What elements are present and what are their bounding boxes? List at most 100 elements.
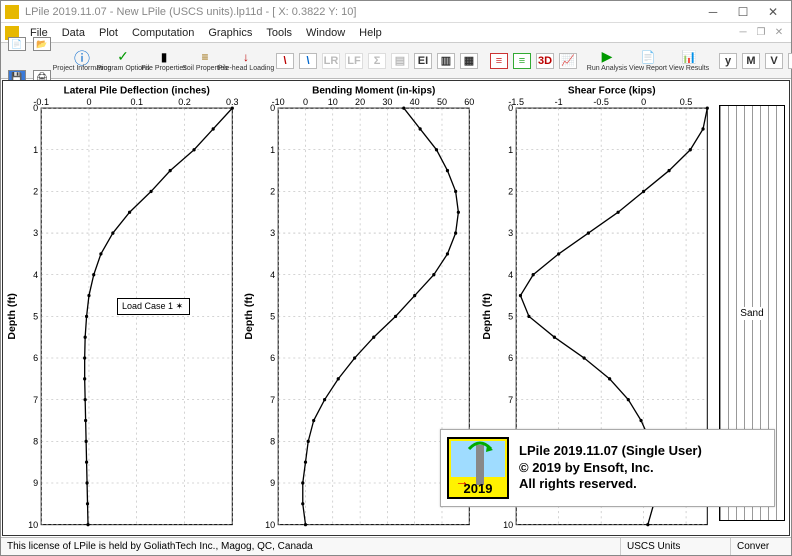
svg-text:3: 3 bbox=[508, 228, 513, 238]
svg-text:20: 20 bbox=[355, 97, 365, 107]
toolbar: 📄 💾 📂 🖨 ⓘ Project Information ✓ Program … bbox=[1, 43, 791, 79]
menu-help[interactable]: Help bbox=[353, 25, 388, 41]
svg-text:40: 40 bbox=[410, 97, 420, 107]
svg-text:10: 10 bbox=[265, 520, 275, 530]
svg-text:3: 3 bbox=[33, 228, 38, 238]
svg-text:8: 8 bbox=[270, 436, 275, 446]
tool-btn-bars[interactable]: ▥ bbox=[435, 45, 457, 77]
svg-text:7: 7 bbox=[270, 395, 275, 405]
svg-text:0.3: 0.3 bbox=[226, 97, 238, 107]
new-button[interactable]: 📄 bbox=[5, 28, 29, 60]
svg-text:10: 10 bbox=[28, 520, 38, 530]
about-logo: → 2019 bbox=[447, 437, 509, 499]
about-panel: → 2019 LPile 2019.11.07 (Single User) © … bbox=[440, 429, 775, 507]
info-icon: ⓘ bbox=[73, 50, 91, 64]
glyph-pr[interactable]: p' bbox=[786, 45, 792, 77]
svg-text:2: 2 bbox=[33, 186, 38, 196]
glyph-y[interactable]: y bbox=[717, 45, 739, 77]
svg-text:3: 3 bbox=[270, 228, 275, 238]
menu-window[interactable]: Window bbox=[300, 25, 351, 41]
tool-btn-i1[interactable]: ≡ bbox=[488, 45, 510, 77]
mdi-close-button[interactable]: ✕ bbox=[771, 27, 787, 38]
svg-text:4: 4 bbox=[33, 270, 38, 280]
menu-data[interactable]: Data bbox=[56, 25, 91, 41]
tool-btn-grid[interactable]: ▦ bbox=[458, 45, 480, 77]
svg-text:4: 4 bbox=[270, 270, 275, 280]
chart-deflection: Lateral Pile Deflection (inches)Depth (f… bbox=[7, 83, 238, 533]
svg-text:Shear Force (kips): Shear Force (kips) bbox=[568, 85, 656, 96]
svg-text:7: 7 bbox=[33, 395, 38, 405]
tool-btn-ei[interactable]: EI bbox=[412, 45, 434, 77]
svg-text:Bending Moment (in-kips): Bending Moment (in-kips) bbox=[312, 85, 435, 96]
svg-text:60: 60 bbox=[465, 97, 475, 107]
plot-window: Lateral Pile Deflection (inches)Depth (f… bbox=[2, 80, 790, 536]
svg-text:Depth (ft): Depth (ft) bbox=[7, 293, 18, 339]
about-year: 2019 bbox=[449, 481, 507, 496]
menu-computation[interactable]: Computation bbox=[126, 25, 200, 41]
app-icon bbox=[5, 5, 19, 19]
view-report-button[interactable]: 📄 View Report bbox=[628, 45, 668, 77]
menu-graphics[interactable]: Graphics bbox=[202, 25, 258, 41]
svg-text:9: 9 bbox=[33, 478, 38, 488]
tool-btn-lr[interactable]: LR bbox=[320, 45, 342, 77]
program-options-button[interactable]: ✓ Program Options bbox=[103, 45, 143, 77]
svg-text:2: 2 bbox=[508, 186, 513, 196]
pile-properties-button[interactable]: ▮ Pile Properties bbox=[144, 45, 184, 77]
menu-tools[interactable]: Tools bbox=[260, 25, 298, 41]
svg-text:0: 0 bbox=[270, 103, 275, 113]
run-analysis-button[interactable]: ▶ Run Analysis bbox=[587, 45, 627, 77]
svg-text:0: 0 bbox=[508, 103, 513, 113]
svg-text:9: 9 bbox=[270, 478, 275, 488]
tool-btn-1[interactable]: \ bbox=[274, 45, 296, 77]
svg-text:1: 1 bbox=[33, 145, 38, 155]
menubar: File Data Plot Computation Graphics Tool… bbox=[1, 23, 791, 43]
tool-btn-6[interactable]: ▤ bbox=[389, 45, 411, 77]
mdi-restore-button[interactable]: ❐ bbox=[753, 27, 769, 38]
svg-text:6: 6 bbox=[270, 353, 275, 363]
svg-text:5: 5 bbox=[270, 311, 275, 321]
tool-btn-2[interactable]: \ bbox=[297, 45, 319, 77]
run-icon: ▶ bbox=[598, 50, 616, 64]
close-button[interactable]: ✕ bbox=[759, 3, 787, 21]
tool-btn-3d[interactable]: 3D bbox=[534, 45, 556, 77]
status-units: USCS Units bbox=[621, 538, 731, 555]
svg-text:4: 4 bbox=[508, 270, 513, 280]
menu-plot[interactable]: Plot bbox=[93, 25, 124, 41]
view-results-button[interactable]: 📊 View Results bbox=[669, 45, 709, 77]
tool-btn-chart[interactable]: 📈 bbox=[557, 45, 579, 77]
svg-text:0.2: 0.2 bbox=[178, 97, 191, 107]
window-title: LPile 2019.11.07 - New LPile (USCS units… bbox=[25, 6, 699, 18]
svg-text:5: 5 bbox=[508, 311, 513, 321]
titlebar: LPile 2019.11.07 - New LPile (USCS units… bbox=[1, 1, 791, 23]
mdi-window-controls: ─ ❐ ✕ bbox=[735, 27, 787, 38]
report-icon: 📄 bbox=[639, 50, 657, 64]
tool-btn-lf[interactable]: LF bbox=[343, 45, 365, 77]
svg-text:0: 0 bbox=[641, 97, 646, 107]
statusbar: This license of LPile is held by Goliath… bbox=[1, 537, 791, 555]
about-title: LPile 2019.11.07 (Single User) bbox=[519, 443, 702, 460]
glyph-m[interactable]: M bbox=[740, 45, 762, 77]
results-icon: 📊 bbox=[680, 50, 698, 64]
svg-text:7: 7 bbox=[508, 395, 513, 405]
mdi-minimize-button[interactable]: ─ bbox=[735, 27, 751, 38]
minimize-button[interactable]: ─ bbox=[699, 3, 727, 21]
glyph-v[interactable]: V bbox=[763, 45, 785, 77]
svg-text:Depth (ft): Depth (ft) bbox=[245, 293, 256, 339]
about-text: LPile 2019.11.07 (Single User) © 2019 by… bbox=[519, 443, 702, 494]
svg-text:30: 30 bbox=[383, 97, 393, 107]
svg-text:0: 0 bbox=[303, 97, 308, 107]
svg-text:2: 2 bbox=[270, 186, 275, 196]
about-rights: All rights reserved. bbox=[519, 476, 702, 493]
project-information-button[interactable]: ⓘ Project Information bbox=[62, 45, 102, 77]
tool-btn-i2[interactable]: ≡ bbox=[511, 45, 533, 77]
pile-head-loading-button[interactable]: ↓ Pile-head Loading bbox=[226, 45, 266, 77]
svg-text:6: 6 bbox=[508, 353, 513, 363]
svg-text:-1: -1 bbox=[554, 97, 562, 107]
svg-text:10: 10 bbox=[328, 97, 338, 107]
open-button[interactable]: 📂 bbox=[30, 28, 54, 60]
maximize-button[interactable]: ☐ bbox=[729, 3, 757, 21]
pile-icon: ▮ bbox=[155, 50, 173, 64]
soil-properties-button[interactable]: ≡ Soil Properties bbox=[185, 45, 225, 77]
svg-text:1: 1 bbox=[270, 145, 275, 155]
tool-btn-sigma[interactable]: Σ bbox=[366, 45, 388, 77]
